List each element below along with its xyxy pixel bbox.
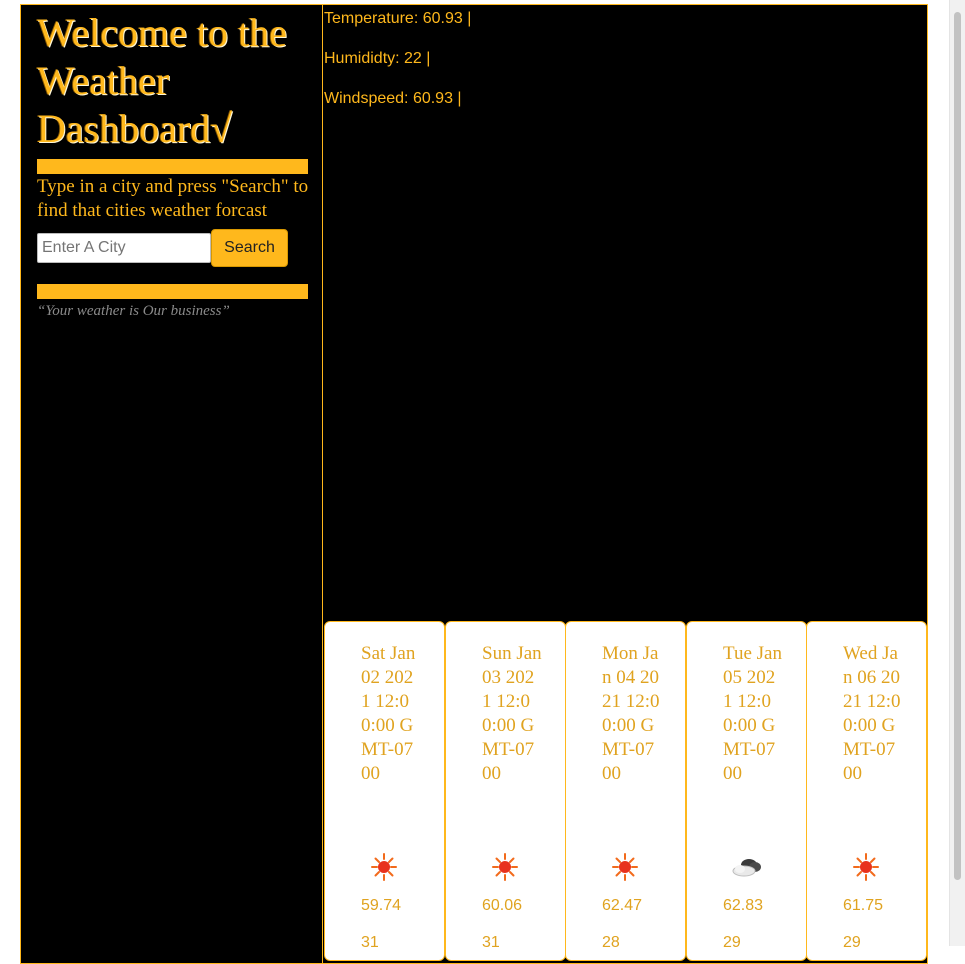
- forecast-date: Sat Jan 02 2021 12:00:00 GMT-0700: [361, 643, 416, 784]
- forecast-date: Mon Jan 04 2021 12:00:00 GMT-0700: [602, 643, 660, 784]
- forecast-card: Wed Jan 06 2021 12:00:00 GMT-0700 61.75 …: [806, 621, 927, 961]
- forecast-card: Tue Jan 05 2021 12:00:00 GMT-0700 62.83 …: [686, 621, 807, 961]
- forecast-humidity: 29: [723, 934, 741, 951]
- forecast-row: Sat Jan 02 2021 12:00:00 GMT-0700 59.74 …: [324, 621, 927, 961]
- weather-dashboard: Welcome to the Weather Dashboard√ Type i…: [20, 4, 928, 964]
- forecast-card: Sun Jan 03 2021 12:00:00 GMT-0700 60.06 …: [445, 621, 566, 961]
- forecast-humidity: 31: [482, 934, 500, 951]
- sun-icon: [612, 853, 638, 881]
- sun-icon: [492, 853, 518, 881]
- forecast-date: Wed Jan 06 2021 12:00:00 GMT-0700: [843, 643, 901, 784]
- search-button[interactable]: Search: [211, 229, 288, 267]
- forecast-humidity: 28: [602, 934, 620, 951]
- forecast-temperature: 60.06: [482, 897, 523, 914]
- page-title: Welcome to the Weather Dashboard√: [37, 10, 288, 151]
- page-scrollbar[interactable]: [949, 0, 965, 946]
- tagline: “Your weather is Our business”: [37, 303, 230, 319]
- current-temperature: Temperature: 60.93 |: [324, 10, 472, 27]
- forecast-temperature: 62.47: [602, 897, 643, 914]
- forecast-card: Mon Jan 04 2021 12:00:00 GMT-0700 62.47 …: [565, 621, 686, 961]
- scrollbar-thumb[interactable]: [954, 12, 961, 880]
- forecast-card: Sat Jan 02 2021 12:00:00 GMT-0700 59.74 …: [324, 621, 445, 961]
- forecast-temperature: 62.83: [723, 897, 764, 914]
- current-windspeed: Windspeed: 60.93 |: [324, 90, 462, 107]
- forecast-humidity: 31: [361, 934, 379, 951]
- forecast-temperature: 61.75: [843, 897, 884, 914]
- instructions-text: Type in a city and press "Search" to fin…: [37, 176, 309, 221]
- forecast-humidity: 29: [843, 934, 861, 951]
- forecast-temperature: 59.74: [361, 897, 402, 914]
- divider-bar: [37, 284, 308, 299]
- forecast-date: Tue Jan 05 2021 12:00:00 GMT-0700: [723, 643, 782, 784]
- sidebar: Welcome to the Weather Dashboard√ Type i…: [21, 5, 323, 963]
- current-humidity: Humididty: 22 |: [324, 50, 431, 67]
- city-search-input[interactable]: [37, 233, 211, 263]
- sun-icon: [853, 853, 879, 881]
- cloud-icon: [732, 859, 761, 877]
- sun-icon: [371, 853, 397, 881]
- divider-bar: [37, 159, 308, 174]
- forecast-date: Sun Jan 03 2021 12:00:00 GMT-0700: [482, 643, 542, 784]
- current-weather-panel: Temperature: 60.93 | Humididty: 22 | Win…: [324, 5, 927, 621]
